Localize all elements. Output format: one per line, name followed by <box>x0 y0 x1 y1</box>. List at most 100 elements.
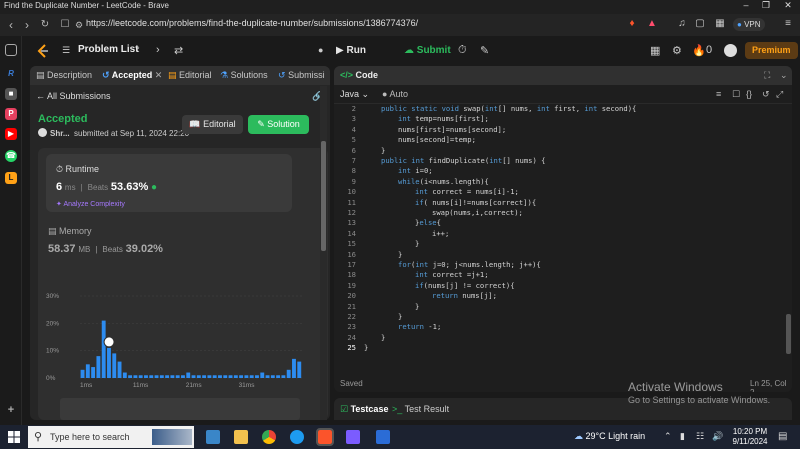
bookmark-code-icon[interactable]: ☐ <box>732 89 740 100</box>
timer-icon[interactable]: ⏱ <box>458 44 467 57</box>
code-line[interactable]: 10 int correct = nums[i]-1; <box>334 187 784 197</box>
leetcode-sidebar-icon[interactable]: L <box>5 172 17 184</box>
maximize-icon[interactable]: ❐ <box>756 0 776 11</box>
chart-bar[interactable] <box>122 372 127 378</box>
code-line[interactable]: 15} <box>334 239 784 249</box>
code-line[interactable]: 11 if( nums[i]!=nums[correct]){ <box>334 198 784 208</box>
left-scrollbar[interactable] <box>320 86 327 420</box>
format-icon[interactable]: ≡ <box>716 89 721 99</box>
leetcode-logo-icon[interactable] <box>36 44 50 58</box>
code-line[interactable]: 18 int correct =j+1; <box>334 270 784 280</box>
settings-icon[interactable]: ⚙ <box>672 44 682 57</box>
code-scrollbar[interactable] <box>785 104 792 374</box>
windows-start-icon[interactable] <box>8 431 20 443</box>
tab-editorial[interactable]: ▤ Editorial <box>168 70 212 81</box>
chart-bar[interactable] <box>117 361 122 378</box>
chart-bar[interactable] <box>202 375 207 378</box>
chart-bar[interactable] <box>101 320 106 378</box>
problem-list-link[interactable]: Problem List <box>78 44 139 55</box>
chart-bar[interactable] <box>170 375 175 378</box>
app-p-icon[interactable]: P <box>5 108 17 120</box>
run-button[interactable]: ▶ Run <box>330 43 372 59</box>
taskbar-search[interactable]: ⚲ Type here to search <box>28 426 194 448</box>
chart-bar[interactable] <box>80 369 85 378</box>
chart-bar[interactable] <box>286 369 291 378</box>
chart-bar[interactable] <box>276 375 281 378</box>
left-scroll-thumb[interactable] <box>321 141 326 251</box>
chart-bar[interactable] <box>212 375 217 378</box>
chart-bar[interactable] <box>112 353 117 378</box>
youtube-icon[interactable]: ▶ <box>5 128 17 140</box>
chart-bar[interactable] <box>159 375 164 378</box>
chart-bar[interactable] <box>186 372 191 378</box>
menu-icon[interactable]: ≡ <box>782 18 794 30</box>
tab-accepted[interactable]: ↺ Accepted ✕ <box>102 70 162 81</box>
expand-icon[interactable]: ⤢ <box>776 89 783 100</box>
code-line[interactable]: 3 int temp=nums[first]; <box>334 114 784 124</box>
runtime-card[interactable]: ⏱ Runtime 6 ms | Beats 53.63% ● ✦ Analyz… <box>46 154 292 212</box>
whatsapp-icon[interactable]: ☎ <box>5 150 17 162</box>
clock[interactable]: 10:20 PM 9/11/2024 <box>730 427 770 447</box>
weather-widget[interactable]: ☁ 29°C Light rain <box>574 431 645 442</box>
chart-bar[interactable] <box>255 375 259 378</box>
collapse-icon[interactable]: ⌄ <box>780 70 788 81</box>
close-icon[interactable]: ✕ <box>778 0 798 11</box>
code-line[interactable]: 2 public static void swap(int[] nums, int… <box>334 104 784 114</box>
code-line[interactable]: 6} <box>334 146 784 156</box>
bookmark-icon[interactable]: ☐ <box>58 18 72 32</box>
code-line[interactable]: 20 return nums[j]; <box>334 291 784 301</box>
tab-description[interactable]: ▤ Description <box>36 70 92 81</box>
code-line[interactable]: 17 for(int j=0; j<nums.length; j++){ <box>334 260 784 270</box>
chart-bar[interactable] <box>196 375 201 378</box>
code-line[interactable]: 4 nums[first]=nums[second]; <box>334 125 784 135</box>
submit-button[interactable]: ☁ Submit <box>398 43 457 59</box>
wallet-icon[interactable]: ▦ <box>714 18 726 30</box>
solution-button[interactable]: ✎ Solution <box>248 115 309 134</box>
file-explorer-icon[interactable] <box>234 430 248 444</box>
code-line[interactable]: 12 swap(nums,i,correct); <box>334 208 784 218</box>
chart-bar[interactable] <box>249 375 254 378</box>
code-line[interactable]: 8 int i=0; <box>334 166 784 176</box>
chart-bar[interactable] <box>138 375 143 378</box>
streak-icon[interactable]: 🔥 <box>692 44 706 57</box>
close-tab-icon[interactable]: ✕ <box>155 70 163 80</box>
memory-label[interactable]: ▤ Memory <box>48 226 92 237</box>
chart-bar[interactable] <box>260 372 265 378</box>
reading-icon[interactable]: R <box>5 68 17 80</box>
battery-icon[interactable]: ▮ <box>680 431 685 442</box>
chart-bar[interactable] <box>228 375 233 378</box>
code-line[interactable]: 9 while(i<nums.length){ <box>334 177 784 187</box>
network-icon[interactable]: ☷ <box>696 431 704 442</box>
chart-bar[interactable] <box>181 375 185 378</box>
tray-chevron-icon[interactable]: ⌃ <box>664 431 672 442</box>
chart-bar[interactable] <box>154 375 159 378</box>
analyze-complexity-link[interactable]: ✦ Analyze Complexity <box>56 200 125 208</box>
avatar[interactable] <box>724 44 737 57</box>
tab-test-result[interactable]: >_ Test Result <box>392 404 449 414</box>
chart-bar[interactable] <box>107 347 111 378</box>
debug-icon[interactable]: ● <box>318 45 323 55</box>
chart-bar[interactable] <box>175 375 180 378</box>
language-select[interactable]: Java ⌄ <box>340 89 369 100</box>
back-icon[interactable]: ‹ <box>4 18 18 32</box>
user-name[interactable]: Shr... <box>50 129 70 138</box>
media-icon[interactable]: ♫ <box>676 18 688 30</box>
code-line[interactable]: 23 return -1; <box>334 322 784 332</box>
mini-chart-scroller[interactable] <box>60 398 300 420</box>
all-submissions-link[interactable]: ← All Submissions <box>36 91 111 101</box>
reset-icon[interactable]: ↺ <box>762 89 770 100</box>
braces-icon[interactable]: {} <box>746 89 752 99</box>
chart-bar[interactable] <box>165 375 170 378</box>
chart-bar[interactable] <box>233 375 238 378</box>
brave-shield-icon[interactable]: ♦ <box>626 18 638 30</box>
chart-bar[interactable] <box>191 375 196 378</box>
vpn-button[interactable]: ● VPN <box>733 18 765 31</box>
chart-bar[interactable] <box>270 375 275 378</box>
premium-button[interactable]: Premium <box>745 42 798 59</box>
fullscreen-icon[interactable]: ⛶ <box>764 70 770 81</box>
code-line[interactable]: 5 nums[second]=temp; <box>334 135 784 145</box>
shuffle-icon[interactable]: ⇄ <box>174 44 183 57</box>
prev-problem-icon[interactable]: ‹ <box>136 44 140 56</box>
code-line[interactable]: 19 if(nums[j] != correct){ <box>334 281 784 291</box>
sidebar-toggle-icon[interactable]: ▢ <box>694 18 706 30</box>
